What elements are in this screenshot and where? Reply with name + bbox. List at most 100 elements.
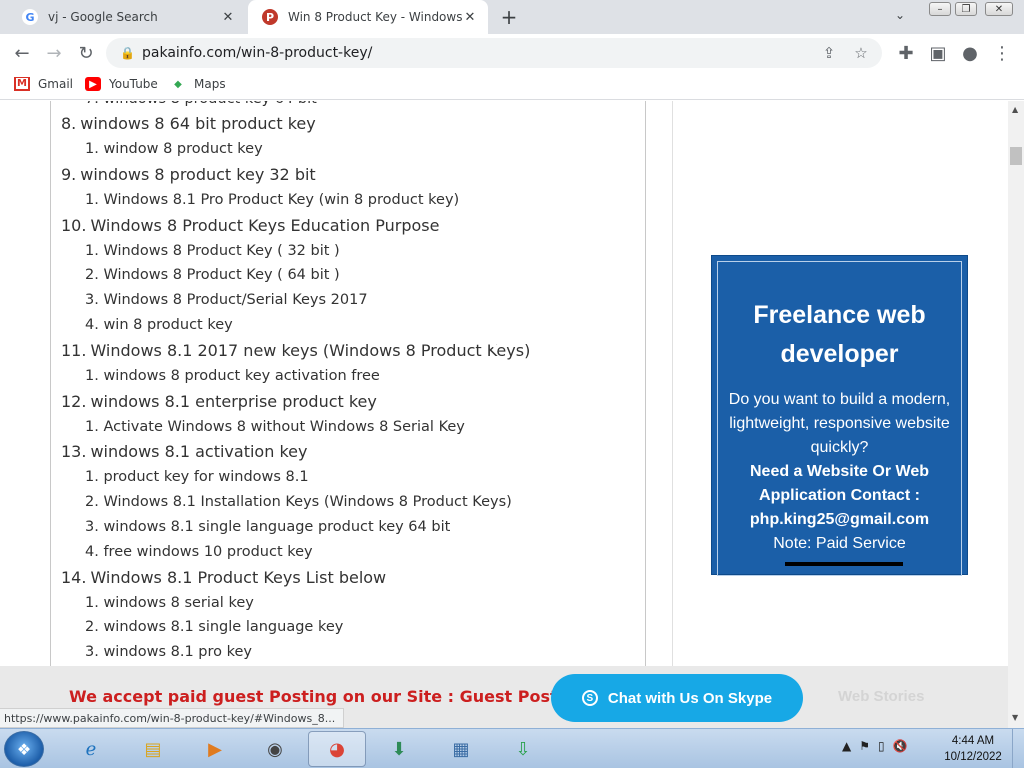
skype-icon: S: [581, 690, 598, 706]
bookmark-label: Maps: [194, 77, 226, 91]
downloads-folder-icon[interactable]: ⇩: [494, 731, 552, 767]
toc-heading-text: windows 8 product key 32 bit: [80, 164, 316, 184]
address-url[interactable]: pakainfo.com/win-8-product-key/: [142, 45, 818, 61]
toc-heading[interactable]: 10. Windows 8 Product Keys Education Purp…: [61, 216, 439, 235]
toc-subitem[interactable]: 2. Windows 8 Product Key ( 64 bit ): [85, 267, 340, 283]
raccoon-app-icon[interactable]: ◉: [246, 731, 304, 767]
bookmarks-bar: M Gmail ▶ YouTube ◆ Maps: [0, 72, 1024, 100]
toc-heading-text: windows 8.1 enterprise product key: [90, 391, 377, 411]
scroll-thumb[interactable]: [1010, 147, 1022, 165]
web-stories-link[interactable]: Web Stories: [838, 688, 924, 705]
control-panel-icon[interactable]: ▦: [432, 731, 490, 767]
tab-title: vj - Google Search: [48, 10, 158, 24]
show-desktop-button[interactable]: [1012, 729, 1024, 768]
toc-subitem[interactable]: 1. window 8 product key: [85, 141, 263, 157]
toc-heading[interactable]: 11. Windows 8.1 2017 new keys (Windows 8 …: [61, 341, 530, 360]
toc-subitem[interactable]: 3. Windows 8 Product/Serial Keys 2017: [85, 292, 368, 308]
ad-note: Note: Paid Service: [773, 535, 906, 552]
status-url-bubble: https://www.pakainfo.com/win-8-product-k…: [0, 708, 345, 728]
volume-muted-icon[interactable]: 🔇: [893, 739, 908, 753]
pakainfo-favicon-icon: P: [262, 9, 278, 25]
toc-subitem[interactable]: 1. Activate Windows 8 without Windows 8 …: [85, 419, 465, 435]
gmail-icon: M: [14, 77, 30, 91]
ad-contact[interactable]: Need a Website Or Web Application Contac…: [718, 460, 961, 532]
tab-title: Win 8 Product Key - Windows 8 (: [288, 10, 462, 24]
forward-arrow-icon[interactable]: →: [42, 42, 66, 64]
close-tab-icon[interactable]: ✕: [220, 9, 236, 25]
toc-subitem[interactable]: 4. free windows 10 product key: [85, 544, 313, 560]
toc-subitem[interactable]: 2. windows 8.1 single language key: [85, 619, 343, 635]
toc-heading-number: 10.: [61, 215, 87, 235]
toc-heading-number: 9.: [61, 164, 77, 184]
system-tray: ▲ ⚑ ▯ 🔇: [842, 739, 908, 753]
chrome-icon[interactable]: ◕: [308, 731, 366, 767]
tab-search-chevron-icon[interactable]: ⌄: [895, 8, 905, 22]
tray-expand-icon[interactable]: ▲: [842, 739, 851, 753]
toc-subitem[interactable]: 1. Windows 8 Product Key ( 32 bit ): [85, 243, 340, 259]
toc-heading[interactable]: 9. windows 8 product key 32 bit: [61, 165, 316, 184]
media-player-icon[interactable]: ▶: [186, 731, 244, 767]
restore-button[interactable]: ❐: [955, 2, 977, 16]
close-window-button[interactable]: ✕: [985, 2, 1013, 16]
toc-heading[interactable]: 8. windows 8 64 bit product key: [61, 114, 316, 133]
minimize-button[interactable]: –: [929, 2, 951, 16]
ad-body: Do you want to build a modern, lightweig…: [728, 391, 951, 456]
lock-icon[interactable]: 🔒: [120, 46, 135, 60]
file-explorer-icon[interactable]: ▤: [124, 731, 182, 767]
page-scrollbar[interactable]: ▲ ▼: [1008, 101, 1024, 728]
toc-heading-text: Windows 8.1 2017 new keys (Windows 8 Pro…: [90, 340, 531, 360]
network-icon[interactable]: ▯: [878, 739, 885, 753]
taskbar-clock[interactable]: 4:44 AM 10/12/2022: [940, 733, 1006, 765]
toc-subitem[interactable]: 1. product key for windows 8.1: [85, 469, 309, 485]
share-icon[interactable]: ⇪: [818, 44, 840, 62]
toc-subitem[interactable]: 3. windows 8.1 pro key: [85, 644, 252, 660]
toc-subitem[interactable]: 1. windows 8 serial key: [85, 595, 254, 611]
ad-bottom-bar: [785, 562, 903, 566]
freelance-ad-inner: Freelance web developer Do you want to b…: [717, 261, 962, 576]
freelance-ad[interactable]: Freelance web developer Do you want to b…: [711, 255, 968, 576]
download-manager-icon[interactable]: ⬇: [370, 731, 428, 767]
reload-icon[interactable]: ↻: [74, 42, 98, 64]
toc-subitem[interactable]: 4. win 8 product key: [85, 317, 233, 333]
toc-heading[interactable]: 14. Windows 8.1 Product Keys List below: [61, 568, 386, 587]
skype-chat-button[interactable]: S Chat with Us On Skype: [551, 674, 803, 722]
profile-avatar-icon[interactable]: ●: [958, 42, 982, 64]
internet-explorer-icon[interactable]: ℯ: [62, 731, 120, 767]
scroll-up-arrow-icon[interactable]: ▲: [1012, 105, 1018, 114]
bookmark-maps[interactable]: ◆ Maps: [170, 77, 226, 91]
menu-kebab-icon[interactable]: ⋮: [990, 42, 1014, 64]
start-button[interactable]: ❖: [4, 731, 44, 767]
bookmark-gmail[interactable]: M Gmail: [14, 77, 73, 91]
scroll-down-arrow-icon[interactable]: ▼: [1012, 713, 1018, 722]
tab-strip: G vj - Google Search ✕ P Win 8 Product K…: [0, 0, 1024, 34]
action-center-flag-icon[interactable]: ⚑: [859, 739, 870, 753]
toc-subitem[interactable]: 1. Windows 8.1 Pro Product Key (win 8 pr…: [85, 192, 459, 208]
guest-post-link[interactable]: We accept paid guest Posting on our Site…: [69, 687, 558, 706]
tab-win8-product-key[interactable]: P Win 8 Product Key - Windows 8 ( ✕: [248, 0, 488, 34]
close-tab-icon[interactable]: ✕: [462, 9, 478, 25]
back-arrow-icon[interactable]: ←: [10, 42, 34, 64]
toc-heading-number: 14.: [61, 567, 87, 587]
toc-heading-number: 8.: [61, 114, 77, 133]
toc-subitem[interactable]: 7. windows 8 product key 64 bit: [85, 101, 317, 107]
toc-heading-text: Windows 8.1 Product Keys List below: [90, 567, 387, 587]
bookmark-star-icon[interactable]: ☆: [850, 44, 872, 62]
bookmark-label: YouTube: [109, 77, 158, 91]
skype-label: Chat with Us On Skype: [607, 689, 773, 707]
youtube-icon: ▶: [85, 77, 101, 91]
toc-heading-text: Windows 8 Product Keys Education Purpose: [90, 215, 440, 235]
toc-subitem[interactable]: 2. Windows 8.1 Installation Keys (Window…: [85, 494, 512, 510]
toc-heading[interactable]: 12. windows 8.1 enterprise product key: [61, 392, 377, 411]
new-tab-button[interactable]: +: [498, 5, 520, 29]
address-bar[interactable]: 🔒 pakainfo.com/win-8-product-key/ ⇪ ☆: [106, 38, 882, 68]
windows-taskbar: ❖ ℯ ▤ ▶ ◉ ◕ ⬇ ▦ ⇩ ▲ ⚑ ▯ 🔇 4:44 AM 10/12/…: [0, 728, 1024, 768]
maps-icon: ◆: [174, 78, 182, 90]
bookmark-youtube[interactable]: ▶ YouTube: [85, 77, 158, 91]
tab-google-search[interactable]: G vj - Google Search ✕: [8, 0, 246, 34]
extensions-puzzle-icon[interactable]: ✚: [894, 42, 918, 64]
toc-heading[interactable]: 13. windows 8.1 activation key: [61, 442, 307, 461]
bookmark-label: Gmail: [38, 77, 74, 91]
side-panel-icon[interactable]: ▣: [926, 42, 950, 64]
toc-subitem[interactable]: 1. windows 8 product key activation free: [85, 368, 380, 384]
toc-subitem[interactable]: 3. windows 8.1 single language product k…: [85, 519, 450, 535]
